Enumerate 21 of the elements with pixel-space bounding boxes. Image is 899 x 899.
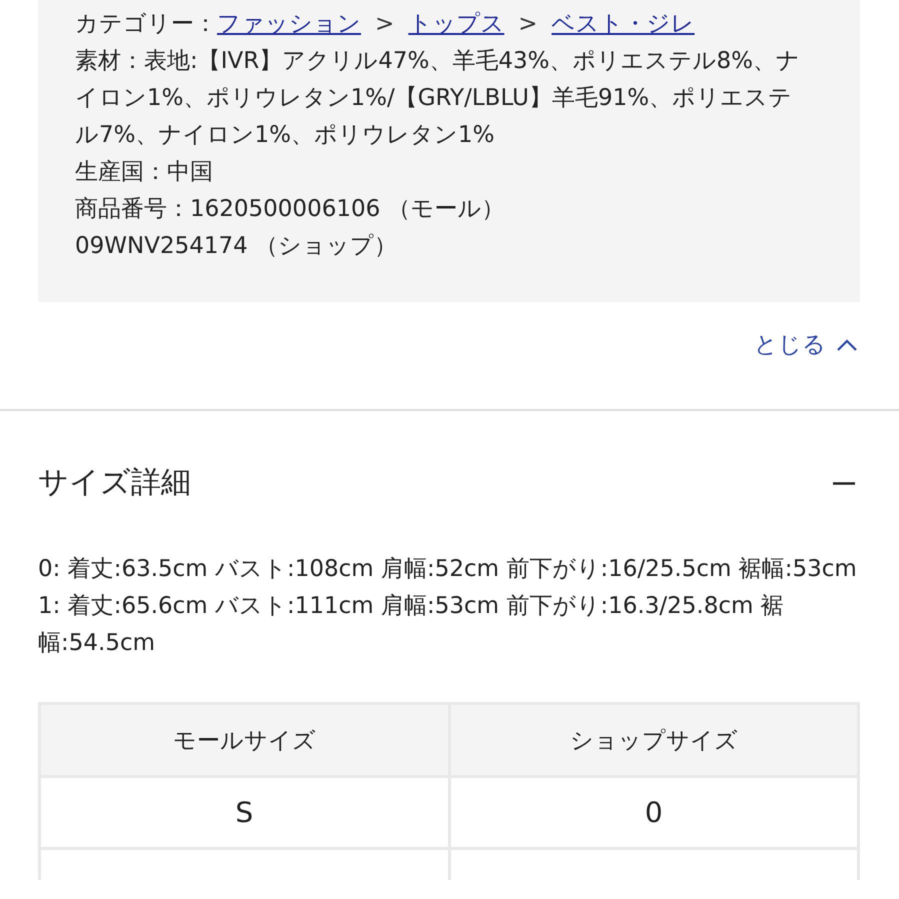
- product-detail-text: 09WNV254174 （ショップ）: [75, 232, 398, 261]
- table-header-cell: ショップサイズ: [450, 705, 857, 775]
- table-header-cell: モールサイズ: [41, 705, 448, 775]
- collapse-button[interactable]: [833, 482, 855, 484]
- category-link[interactable]: トップス: [408, 6, 504, 43]
- size-detail-text: 0: 着丈:63.5cm バスト:108cm 肩幅:52cm 前下がり:16/25.5cm 裾幅:53cm: [38, 555, 858, 584]
- product-detail-text: 素材：表地:【IVR】アクリル47%、羊毛43%、ポリエステル8%、ナイロン1%、ポリウレタン1%/【GRY/LBLU】羊毛91%、ポリエステル7%、ナイロン1%、ポリウレタン1%: [75, 47, 801, 150]
- section-title: サイズ詳細: [38, 464, 191, 502]
- category-link[interactable]: ファッション: [217, 6, 361, 43]
- product-detail-text: 商品番号：1620500006106 （モール）: [75, 195, 506, 224]
- chevron-up-icon: [836, 338, 858, 352]
- breadcrumb-separator: >: [375, 10, 394, 39]
- category-link[interactable]: ベスト・ジレ: [552, 6, 695, 43]
- minus-icon: [833, 482, 855, 484]
- product-detail-text: 生産国：中国: [75, 158, 214, 187]
- category-label: カテゴリー：: [75, 10, 217, 39]
- close-link[interactable]: とじる: [754, 315, 858, 375]
- size-detail-text: 1: 着丈:65.6cm バスト:111cm 肩幅:53cm 前下がり:16.3/25.8cm 裾幅:54.5cm: [38, 592, 785, 658]
- table-cell: 0: [450, 778, 857, 847]
- table-cell: S: [41, 778, 448, 847]
- breadcrumb-separator: >: [518, 10, 538, 39]
